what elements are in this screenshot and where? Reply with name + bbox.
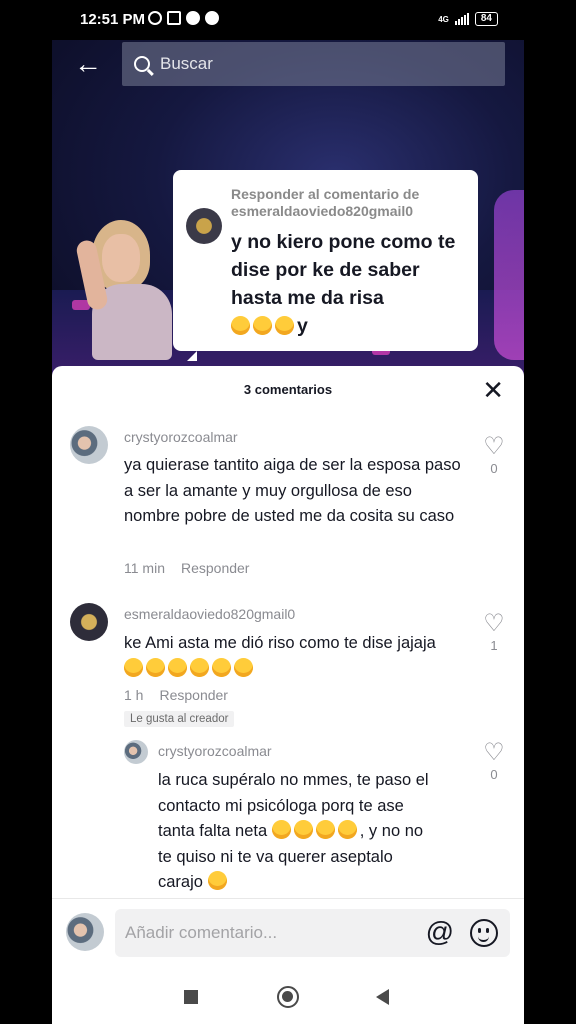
laughing-emoji-icon [275, 316, 294, 335]
eye-roll-emoji-icon [207, 871, 227, 890]
comment-text-line: te quiso ni te va querer aseptalo [158, 847, 393, 866]
comment-text: ya quierase tantito aiga de ser la espos… [124, 456, 461, 525]
heart-icon: ♡ [483, 610, 505, 637]
liked-by-creator-badge: Le gusta al creador [124, 711, 235, 727]
status-time: 12:51 PM [80, 11, 146, 28]
reply-text: y no kiero pone como te dise por ke de s… [231, 228, 471, 340]
comment-meta: 11 min Responder [124, 560, 265, 576]
close-icon[interactable]: ✕ [482, 376, 504, 404]
news-icon [167, 11, 181, 25]
like-button[interactable]: ♡ 0 [482, 433, 506, 477]
reply-trailing-text: y [297, 315, 308, 337]
comment-username[interactable]: crystyorozcoalmar [124, 429, 238, 445]
recents-icon[interactable] [184, 990, 198, 1004]
avatar [186, 208, 222, 244]
comment-text-line: contacto mi psicóloga porq te ase [158, 796, 404, 815]
laughing-emoji-icon [337, 820, 357, 839]
heart-icon: ♡ [483, 433, 505, 460]
laughing-emoji-icon [124, 657, 143, 677]
comment-username[interactable]: crystyorozcoalmar [158, 743, 272, 759]
comment-text-line: tanta falta neta , y no no [158, 819, 458, 845]
comment-text-part: carajo [158, 873, 203, 891]
facebook-icon [186, 11, 200, 25]
comment-meta: 1 h Responder [124, 687, 244, 703]
stage-beam [494, 190, 524, 360]
reply-header: Responder al comentario de esmeraldaovie… [231, 186, 419, 220]
comment-text-line: carajo [158, 870, 458, 896]
laughing-emoji-icon [212, 657, 231, 677]
avatar[interactable] [124, 740, 148, 764]
search-icon [134, 56, 150, 72]
reply-bubble: Responder al comentario de esmeraldaovie… [173, 170, 478, 351]
like-count: 0 [490, 461, 498, 476]
comment-input-bar: Añadir comentario... @ [52, 898, 524, 968]
back-arrow-icon[interactable]: ← [74, 50, 104, 78]
status-bar: 12:51 PM 4G 84 [52, 0, 524, 40]
signal-icon [454, 13, 469, 25]
avatar[interactable] [70, 603, 108, 641]
search-placeholder: Buscar [160, 54, 213, 73]
reply-text-body: y no kiero pone como te dise por ke de s… [231, 231, 456, 309]
avatar [66, 913, 104, 951]
like-count: 0 [490, 767, 498, 782]
comment-text: la ruca supéralo no mmes, te paso el con… [158, 768, 458, 896]
comment-placeholder: Añadir comentario... [125, 923, 278, 942]
check-icon [205, 11, 219, 25]
laughing-emoji-icon [234, 657, 253, 677]
system-nav-bar [52, 968, 524, 1024]
like-button[interactable]: ♡ 0 [482, 739, 506, 783]
laughing-emoji-icon [315, 820, 335, 839]
reply-button[interactable]: Responder [181, 560, 250, 576]
comment-username[interactable]: esmeraldaoviedo820gmail0 [124, 606, 295, 622]
heart-icon: ♡ [483, 739, 505, 766]
reply-header-label: Responder al comentario de [231, 186, 420, 202]
phone-screen: 12:51 PM 4G 84 ← Buscar Responder al com… [52, 0, 524, 1024]
laughing-emoji-icon [168, 657, 187, 677]
laughing-emoji-icon [231, 316, 250, 335]
mention-icon[interactable]: @ [426, 918, 454, 946]
comment-text-part: tanta falta neta [158, 822, 268, 840]
back-icon[interactable] [376, 989, 389, 1005]
laughing-emoji-icon [271, 820, 291, 839]
search-input[interactable]: Buscar [122, 42, 505, 86]
comment-time: 1 h [124, 687, 144, 703]
laughing-emoji-icon [293, 820, 313, 839]
reply-header-user: esmeraldaoviedo820gmail0 [231, 203, 414, 219]
status-right: 4G 84 [438, 12, 498, 26]
comment-time: 11 min [124, 560, 165, 576]
comment-text-line: la ruca supéralo no mmes, te paso el [158, 771, 429, 789]
network-type: 4G [438, 14, 449, 24]
laughing-emoji-icon [146, 657, 165, 677]
comment-text-part: , y no no [359, 822, 424, 840]
like-button[interactable]: ♡ 1 [482, 610, 506, 654]
laughing-emoji-icon [253, 316, 272, 335]
comments-title: 3 comentarios [243, 382, 333, 397]
laughing-emoji-icon [190, 657, 209, 677]
emoji-icon[interactable] [470, 919, 498, 947]
notification-icons [148, 11, 219, 25]
battery-indicator: 84 [474, 12, 498, 26]
comment-text-body: ke Ami asta me dió riso como te dise jaj… [124, 634, 436, 652]
woman-sticker [74, 220, 177, 360]
comment-input[interactable]: Añadir comentario... @ [115, 909, 510, 957]
alarm-icon [148, 11, 162, 25]
comment-text: ke Ami asta me dió riso como te dise jaj… [124, 631, 464, 682]
avatar[interactable] [70, 426, 108, 464]
like-count: 1 [490, 638, 498, 653]
home-icon[interactable] [277, 986, 299, 1008]
reply-button[interactable]: Responder [159, 687, 228, 703]
